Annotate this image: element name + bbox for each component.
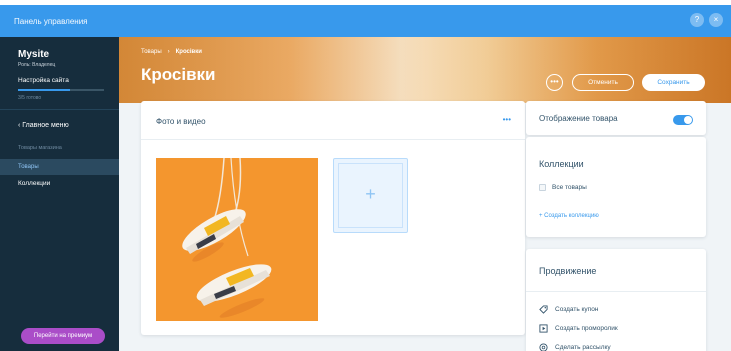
cancel-button[interactable]: Отменить (572, 74, 634, 91)
site-setup-link[interactable]: Настройка сайта (18, 77, 69, 84)
promotion-divider (526, 291, 706, 292)
setup-progress-fill (18, 89, 70, 91)
main-content: Товары › Кросівки Кросівки ••• Отменить … (119, 37, 731, 351)
promotion-card: Продвижение Создать купон Создать промор… (526, 249, 706, 351)
create-collection-link[interactable]: + Создать коллекцию (539, 213, 599, 219)
create-promo-video-link[interactable]: Создать проморолик (539, 324, 618, 333)
create-promo-video-label: Создать проморолик (555, 325, 618, 332)
email-icon (539, 343, 548, 351)
setup-steps: 3/5 готово (18, 95, 42, 101)
breadcrumb-products[interactable]: Товары (141, 49, 162, 55)
visibility-title: Отображение товара (539, 114, 618, 123)
product-header-banner: Товары › Кросівки Кросівки ••• Отменить … (119, 37, 731, 103)
tag-icon (539, 305, 548, 314)
collection-all-products[interactable]: Все товары (539, 184, 587, 191)
save-button[interactable]: Сохранить (642, 74, 705, 91)
create-newsletter-label: Сделать рассылку (555, 344, 611, 351)
sneakers-image (182, 158, 272, 318)
visibility-toggle[interactable] (673, 115, 693, 125)
collection-checkbox[interactable] (539, 184, 546, 191)
create-coupon-label: Создать купон (555, 306, 599, 313)
add-media-button[interactable]: + (333, 158, 408, 233)
upgrade-premium-button[interactable]: Перейти на премиум (21, 328, 105, 344)
visibility-card: Отображение товара (526, 101, 706, 135)
toggle-knob (684, 116, 692, 124)
top-bar: Панель управления ? × (0, 5, 731, 37)
top-actions: ? × (690, 13, 723, 27)
sidebar-item-collections[interactable]: Коллекции (18, 180, 50, 187)
media-more-icon[interactable]: ••• (503, 115, 511, 124)
collection-label: Все товары (552, 184, 587, 191)
breadcrumb: Товары › Кросівки (141, 49, 202, 55)
media-card-divider (141, 139, 525, 140)
video-icon (539, 324, 548, 333)
more-actions-button[interactable]: ••• (546, 74, 563, 91)
sidebar: Mysite Роль: Владелец Настройка сайта 3/… (0, 37, 119, 351)
setup-progress-bar (18, 89, 104, 91)
help-icon[interactable]: ? (690, 13, 704, 27)
close-icon[interactable]: × (709, 13, 723, 27)
breadcrumb-current: Кросівки (175, 49, 202, 55)
sidebar-item-products[interactable]: Товары (0, 159, 119, 175)
page-title: Кросівки (141, 65, 216, 84)
main-menu-link[interactable]: ‹ Главное меню (18, 122, 69, 129)
site-name[interactable]: Mysite (18, 49, 49, 60)
collections-title: Коллекции (539, 159, 584, 169)
dashboard-title: Панель управления (14, 16, 88, 26)
site-role: Роль: Владелец (18, 62, 56, 68)
plus-icon: + (365, 184, 376, 204)
create-newsletter-link[interactable]: Сделать рассылку (539, 343, 611, 351)
promotion-title: Продвижение (539, 266, 597, 276)
media-card: Фото и видео ••• + (141, 101, 525, 335)
breadcrumb-separator: › (167, 49, 170, 55)
create-coupon-link[interactable]: Создать купон (539, 305, 598, 314)
media-card-title: Фото и видео (156, 117, 206, 126)
sidebar-section-store-products: Товары магазина (18, 145, 62, 151)
sidebar-divider (0, 109, 119, 110)
collections-card: Коллекции Все товары + Создать коллекцию (526, 137, 706, 237)
product-photo[interactable] (156, 158, 318, 321)
